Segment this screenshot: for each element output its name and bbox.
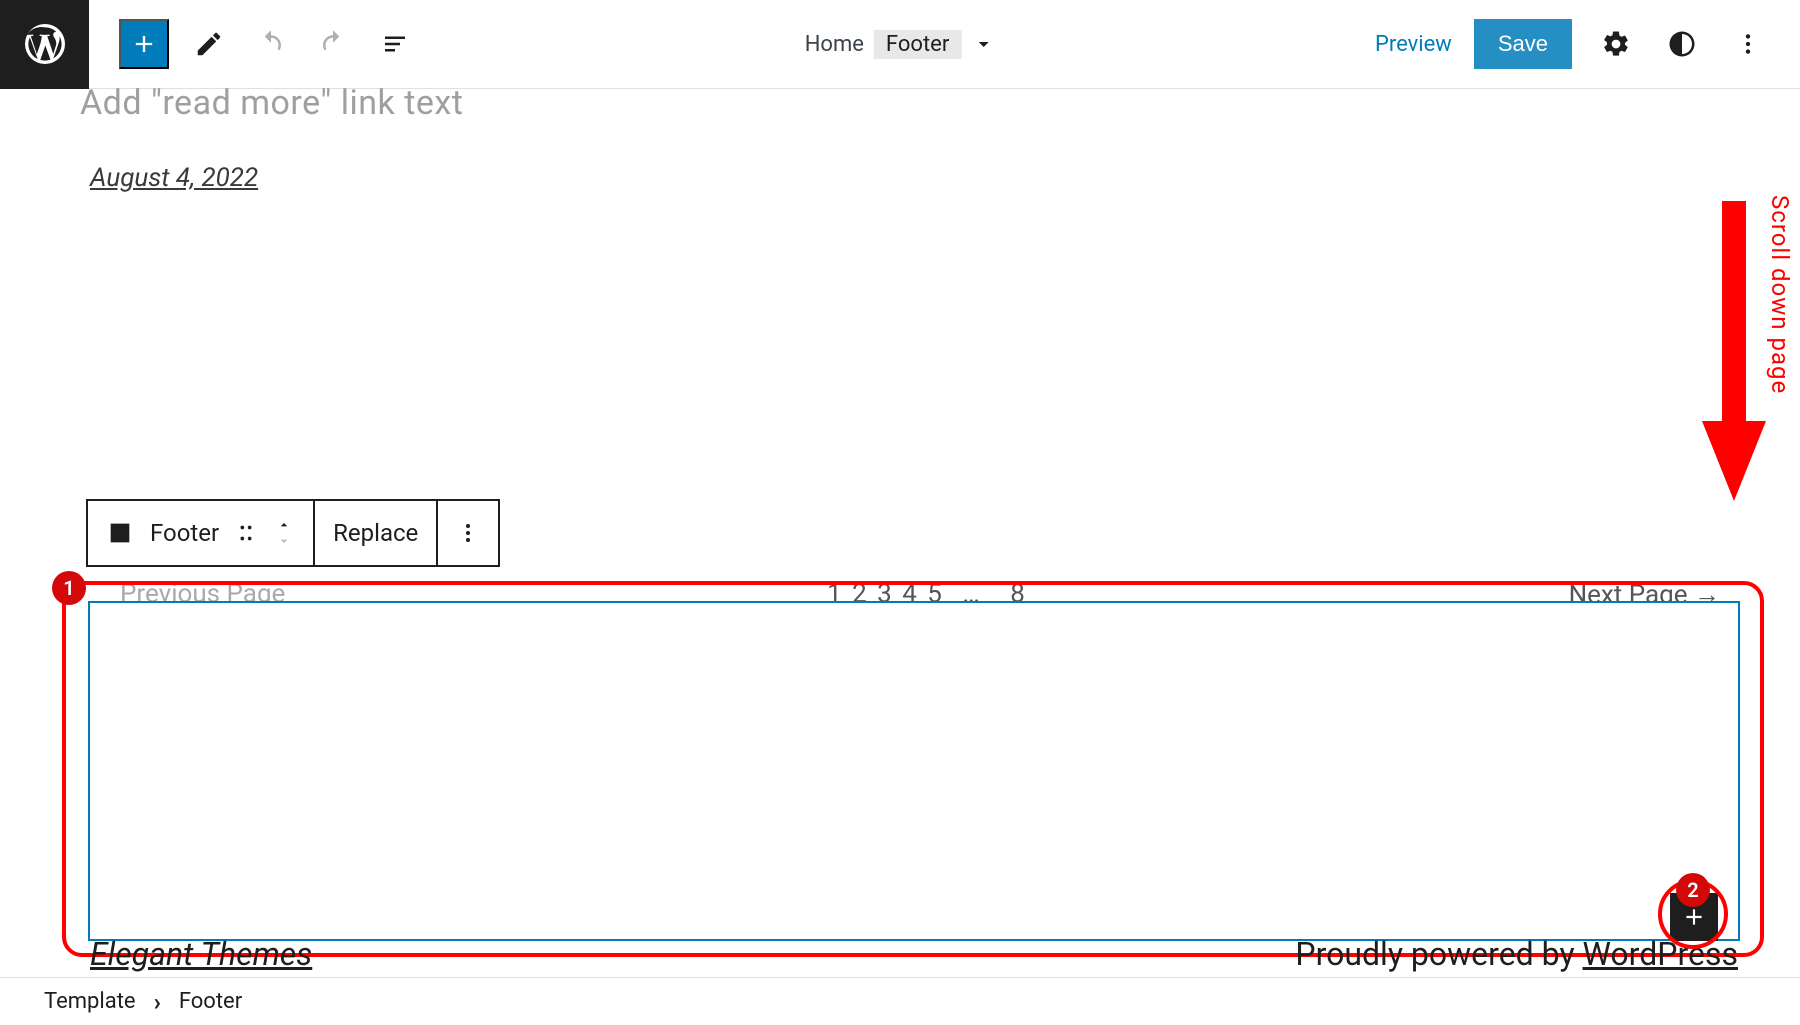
wordpress-icon (21, 20, 69, 68)
mover-buttons (273, 517, 295, 549)
tools-button[interactable] (187, 22, 231, 66)
arrow-down-icon (1702, 201, 1766, 521)
toolbar-right: Preview Save (1375, 19, 1800, 69)
block-toolbar: Footer Replace (86, 499, 500, 567)
wordpress-logo[interactable] (0, 0, 89, 89)
annotation-badge-1: 1 (52, 571, 86, 605)
top-toolbar: Home Footer Preview Save (0, 0, 1800, 89)
kebab-icon (456, 521, 480, 545)
undo-button[interactable] (249, 22, 293, 66)
styles-button[interactable] (1660, 22, 1704, 66)
add-block-button[interactable] (119, 19, 169, 69)
redo-icon (318, 29, 348, 59)
breadcrumb: Template › Footer (0, 977, 1800, 1025)
contrast-icon (1667, 29, 1697, 59)
replace-segment[interactable]: Replace (313, 501, 436, 565)
plus-icon (130, 30, 158, 58)
replace-label: Replace (333, 519, 418, 547)
list-view-icon (380, 29, 410, 59)
site-title[interactable]: Elegant Themes (90, 935, 312, 973)
editor-canvas[interactable]: Add "read more" link text August 4, 2022… (0, 89, 1800, 977)
kebab-icon (1735, 31, 1761, 57)
annotation-scroll: Scroll down page (1766, 191, 1794, 394)
annotation-scroll-label: Scroll down page (1766, 195, 1794, 394)
pencil-icon (194, 29, 224, 59)
gear-icon (1601, 29, 1631, 59)
footer-template-part[interactable]: Elegant Themes Proudly powered by WordPr… (88, 601, 1740, 941)
footer-credits-row: Elegant Themes Proudly powered by WordPr… (90, 935, 1738, 973)
drag-icon[interactable] (235, 522, 257, 544)
breadcrumb-root[interactable]: Template (44, 989, 136, 1014)
chevron-down-icon (971, 32, 995, 56)
document-title[interactable]: Home Footer (805, 30, 996, 59)
template-name: Home (805, 32, 864, 57)
block-type-label: Footer (150, 519, 219, 547)
footer-selection-area: Elegant Themes Proudly powered by WordPr… (62, 581, 1764, 957)
block-type-segment[interactable]: Footer (88, 501, 313, 565)
breadcrumb-current[interactable]: Footer (179, 989, 242, 1014)
post-date[interactable]: August 4, 2022 (90, 163, 258, 193)
annotation-badge-2: 2 (1676, 873, 1710, 907)
undo-icon (256, 29, 286, 59)
block-more-segment[interactable] (436, 501, 498, 565)
chevron-down-icon[interactable] (273, 533, 295, 549)
read-more-placeholder[interactable]: Add "read more" link text (80, 83, 463, 123)
preview-link[interactable]: Preview (1375, 32, 1452, 57)
more-options-button[interactable] (1726, 22, 1770, 66)
template-part-chip: Footer (874, 30, 961, 59)
settings-button[interactable] (1594, 22, 1638, 66)
breadcrumb-separator: › (154, 988, 161, 1016)
redo-button[interactable] (311, 22, 355, 66)
save-button[interactable]: Save (1474, 19, 1572, 69)
template-part-icon (106, 519, 134, 547)
plus-icon (1681, 904, 1707, 930)
list-view-button[interactable] (373, 22, 417, 66)
chevron-up-icon[interactable] (273, 517, 295, 533)
toolbar-left (89, 19, 417, 69)
